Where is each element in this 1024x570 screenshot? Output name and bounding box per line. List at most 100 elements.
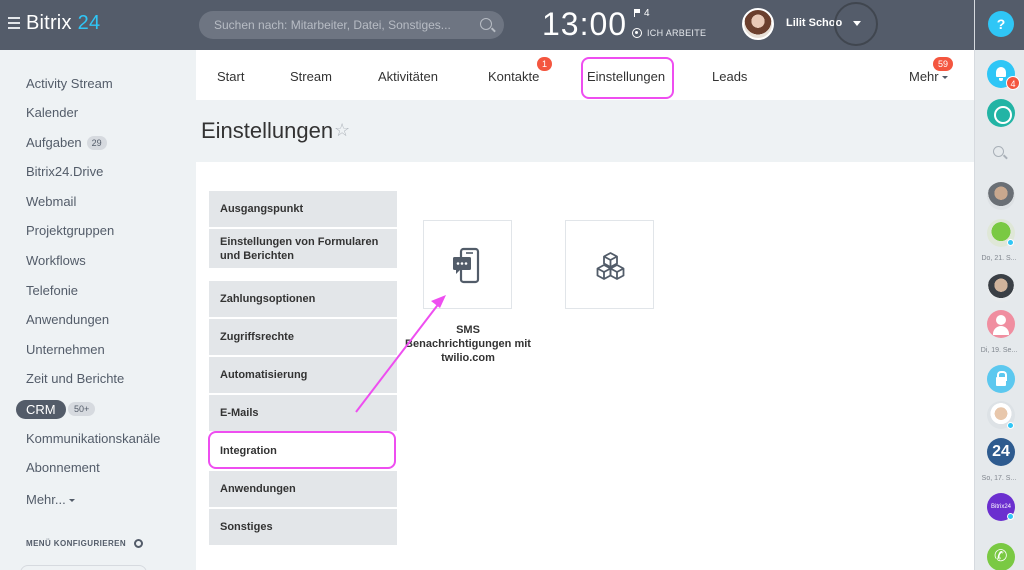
sidebar-item-label: Anwendungen xyxy=(26,312,110,327)
tab-more[interactable]: Mehr xyxy=(909,69,948,84)
sidebar-item-webmail[interactable]: Webmail xyxy=(26,194,76,209)
sidebar-item-label: Kalender xyxy=(26,105,79,120)
tab-start[interactable]: Start xyxy=(217,69,244,84)
online-indicator xyxy=(1007,422,1014,429)
online-indicator xyxy=(1007,513,1014,520)
sidebar-item-drive[interactable]: Bitrix24.Drive xyxy=(26,164,103,179)
sidebar-item-unternehmen[interactable]: Unternehmen xyxy=(26,342,105,357)
chat-date: Do, 21. S... xyxy=(981,255,1017,262)
record-icon xyxy=(632,28,642,38)
configure-menu-button[interactable]: MENÜ KONFIGURIEREN xyxy=(26,539,144,548)
sms-phone-icon xyxy=(453,247,480,284)
search-input[interactable]: Suchen nach: Mitarbeiter, Datei, Sonstig… xyxy=(199,11,504,39)
settings-nav-sonstiges[interactable]: Sonstiges xyxy=(209,509,397,545)
settings-nav-emails[interactable]: E-Mails xyxy=(209,395,397,431)
sidebar-item-kalender[interactable]: Kalender xyxy=(26,105,78,120)
clock[interactable]: 13:00 xyxy=(542,6,627,43)
chat-date: So, 17. S... xyxy=(981,475,1017,482)
online-indicator xyxy=(1007,239,1014,246)
sidebar-item-workflows[interactable]: Workflows xyxy=(26,253,86,268)
notification-badge: 4 xyxy=(1006,76,1020,90)
logo-number: 24 xyxy=(77,12,101,34)
tab-aktivitaeten[interactable]: Aktivitäten xyxy=(378,69,438,84)
search-icon[interactable] xyxy=(480,18,492,30)
search-placeholder: Suchen nach: Mitarbeiter, Datei, Sonstig… xyxy=(214,18,451,32)
sms-integration-tile[interactable] xyxy=(423,220,512,309)
configure-menu-label: MENÜ KONFIGURIEREN xyxy=(26,539,127,548)
sidebar-item-count: 50+ xyxy=(68,402,96,416)
sidebar-item-activity-stream[interactable]: Activity Stream xyxy=(26,76,113,91)
settings-nav-formulare[interactable]: Einstellungen von Formularen und Bericht… xyxy=(209,229,397,268)
sidebar-item-label: Abonnement xyxy=(26,460,100,475)
chevron-down-icon xyxy=(941,76,948,79)
flag-count: 4 xyxy=(644,8,650,19)
sidebar-item-zeit-und-berichte[interactable]: Zeit und Berichte xyxy=(26,371,124,386)
chat-icon[interactable] xyxy=(987,99,1015,127)
sidebar-item-crm[interactable]: CRM xyxy=(16,400,66,419)
flag-icon xyxy=(634,9,640,17)
search-icon[interactable] xyxy=(993,146,1004,157)
user-menu-toggle[interactable] xyxy=(834,2,878,46)
work-status-label: ICH ARBEITE xyxy=(647,28,707,38)
tab-kontakte[interactable]: Kontakte xyxy=(488,69,539,84)
sidebar-item-aufgaben[interactable]: Aufgaben 29 xyxy=(26,135,107,150)
logo[interactable]: Bitrix 24 xyxy=(26,12,100,35)
menu-burger-icon[interactable] xyxy=(8,17,20,29)
tab-badge: 59 xyxy=(933,57,954,71)
chat-date: Di, 19. Se... xyxy=(980,347,1018,354)
sidebar-item-label: Aufgaben xyxy=(26,135,82,150)
apps-integration-tile[interactable] xyxy=(565,220,654,309)
cubes-icon xyxy=(596,252,625,280)
page-title: Einstellungen xyxy=(201,118,334,143)
sidebar: Activity Stream Kalender Aufgaben 29 Bitr… xyxy=(0,50,196,570)
integration-highlight-frame xyxy=(208,431,396,469)
chevron-down-icon xyxy=(853,21,861,26)
sidebar-item-label: Workflows xyxy=(26,253,86,268)
sidebar-item-label: Projektgruppen xyxy=(26,223,115,238)
settings-nav-ausgangspunkt[interactable]: Ausgangspunkt xyxy=(209,191,397,227)
sidebar-item-label: Bitrix24.Drive xyxy=(26,164,104,179)
sidebar-item-label: Activity Stream xyxy=(26,76,113,91)
sidebar-item-label: Kommunikationskanäle xyxy=(26,431,161,446)
crm-tab-bar: Start Stream Aktivitäten Kontakte 1 Eins… xyxy=(196,50,974,100)
settings-nav-zahlungsoptionen[interactable]: Zahlungsoptionen xyxy=(209,281,397,317)
sms-integration-label[interactable]: SMS Benachrichtigungen mit twilio.com xyxy=(404,323,532,365)
tab-badge: 1 xyxy=(537,57,553,71)
contact-avatar[interactable] xyxy=(987,274,1015,302)
settings-nav-automatisierung[interactable]: Automatisierung xyxy=(209,357,397,393)
tab-leads[interactable]: Leads xyxy=(712,69,747,84)
settings-nav-anwendungen[interactable]: Anwendungen xyxy=(209,471,397,507)
help-button[interactable]: ? xyxy=(988,11,1014,37)
right-panel-top: ? xyxy=(975,0,1024,50)
tab-more-label: Mehr xyxy=(909,69,939,84)
sidebar-item-projektgruppen[interactable]: Projektgruppen xyxy=(26,223,114,238)
chevron-down-icon xyxy=(68,499,75,502)
top-bar: Bitrix 24 Suchen nach: Mitarbeiter, Datei… xyxy=(0,0,974,50)
sidebar-item-anwendungen[interactable]: Anwendungen xyxy=(26,312,109,327)
user-avatar[interactable] xyxy=(742,8,774,40)
sidebar-item-kommunikationskanaele[interactable]: Kommunikationskanäle xyxy=(26,431,160,446)
logo-text: Bitrix xyxy=(26,12,72,34)
sidebar-item-count: 29 xyxy=(86,136,107,150)
sidebar-item-label: Mehr... xyxy=(26,492,66,507)
user-placeholder-icon[interactable] xyxy=(987,310,1015,338)
sidebar-item-label: Webmail xyxy=(26,194,77,209)
sidebar-item-label: Zeit und Berichte xyxy=(26,371,125,386)
sidebar-bottom-button[interactable] xyxy=(20,565,147,570)
settings-nav-zugriffsrechte[interactable]: Zugriffsrechte xyxy=(209,319,397,355)
contact-avatar[interactable] xyxy=(987,182,1015,210)
lock-icon[interactable] xyxy=(987,365,1015,393)
tab-stream[interactable]: Stream xyxy=(290,69,332,84)
sidebar-item-telefonie[interactable]: Telefonie xyxy=(26,283,78,298)
flag-counter[interactable]: 4 xyxy=(634,8,650,19)
sidebar-item-label: Unternehmen xyxy=(26,342,105,357)
bitrix24-chat-icon[interactable]: 24 xyxy=(987,438,1015,466)
tab-highlight-frame xyxy=(581,57,674,99)
work-status[interactable]: ICH ARBEITE xyxy=(632,28,706,38)
star-icon[interactable]: ☆ xyxy=(334,120,350,141)
sidebar-item-label: Telefonie xyxy=(26,283,79,298)
gear-icon xyxy=(134,539,144,548)
sidebar-item-abonnement[interactable]: Abonnement xyxy=(26,460,100,475)
phone-icon[interactable] xyxy=(987,543,1015,570)
sidebar-item-more[interactable]: Mehr... xyxy=(26,492,75,507)
